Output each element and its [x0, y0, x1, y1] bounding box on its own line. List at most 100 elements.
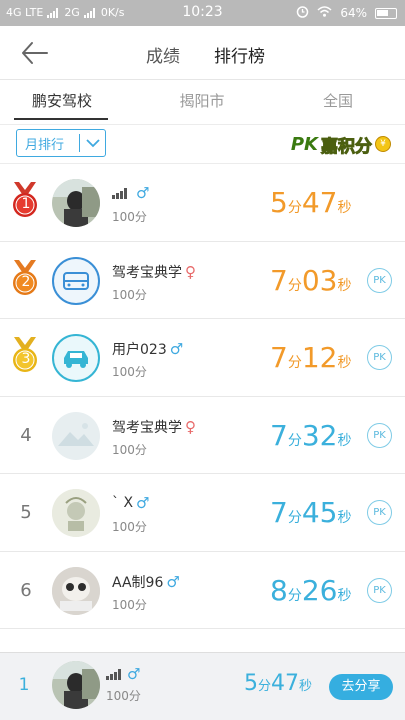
- seconds-unit: 秒: [337, 355, 352, 371]
- avatar: [52, 411, 100, 460]
- name-text: ` X: [112, 495, 134, 511]
- status-bar: 4G LTE 2G 0K/s 10:23 64%: [0, 0, 405, 26]
- pk-logo-suffix: 嘉积分: [321, 136, 373, 157]
- male-icon: ♂: [166, 572, 180, 591]
- period-dropdown-label: 月排行: [25, 137, 65, 153]
- alarm-icon: [296, 5, 309, 21]
- coin-icon: ¥: [375, 136, 391, 152]
- my-avatar: [52, 661, 100, 709]
- rank-number: 3: [21, 351, 31, 367]
- pk-button[interactable]: PK: [367, 345, 392, 370]
- score-label: 100分: [112, 287, 147, 302]
- ranking-row[interactable]: 5 ` X ♂ 100分 7 分 45 秒 PK: [0, 474, 405, 552]
- ranking-row[interactable]: 6 AA制96 ♂ 100分 8 分 26 秒 PK: [0, 552, 405, 629]
- ranking-row[interactable]: 1 ♂ 100分 5 分 47 秒: [0, 164, 405, 242]
- female-icon: ♀: [185, 262, 196, 281]
- my-time: 5 分 47 秒: [244, 671, 312, 696]
- seconds-unit: 秒: [337, 200, 352, 216]
- minutes-unit: 分: [287, 200, 302, 216]
- rank-number: 4: [20, 424, 32, 446]
- name-text: AA制96: [112, 574, 164, 591]
- ranking-row[interactable]: 4 驾考宝典学 ♀ 100分 7 分 32 秒 PK: [0, 397, 405, 474]
- seconds-unit: 秒: [337, 510, 352, 526]
- seconds-unit: 秒: [337, 277, 352, 294]
- avatar: [52, 334, 100, 382]
- seconds-value: 45: [301, 496, 338, 529]
- rank-number: 6: [20, 579, 32, 601]
- rank-number: 5: [20, 502, 32, 523]
- male-icon: ♂: [136, 494, 150, 512]
- minutes-value: 8: [270, 573, 288, 607]
- minutes-unit: 分: [287, 277, 302, 294]
- my-score: 100分: [106, 689, 141, 703]
- user-name: 驾考宝典学 ♀: [112, 262, 196, 282]
- tab-national[interactable]: 全国: [288, 90, 388, 111]
- minutes-value: 5: [270, 186, 288, 219]
- avatar: [52, 256, 100, 305]
- rank-number: 2: [21, 273, 31, 290]
- male-icon: ♂: [136, 184, 150, 202]
- my-rank-number: 1: [18, 675, 30, 695]
- filter-bar: 月排行 PK 嘉积分 ¥: [0, 124, 405, 164]
- seconds-unit: 秒: [337, 432, 352, 449]
- share-button[interactable]: 去分享: [329, 674, 393, 700]
- back-arrow-icon: [22, 42, 48, 64]
- signal-bars-icon: [112, 188, 127, 199]
- back-button[interactable]: [20, 40, 50, 66]
- my-minutes-unit: 分: [258, 679, 272, 694]
- chevron-down-icon: [80, 138, 105, 148]
- female-icon: ♀: [185, 417, 196, 436]
- male-icon: ♂: [169, 340, 184, 358]
- male-icon: ♂: [127, 665, 141, 683]
- wifi-icon: [317, 6, 332, 20]
- my-name: ♂: [106, 665, 140, 683]
- seconds-value: 03: [301, 263, 338, 297]
- ranking-row[interactable]: 2 驾考宝典学 ♀ 100分 7 分 03 秒 PK: [0, 242, 405, 319]
- time-value: 7 分 32 秒: [270, 419, 351, 452]
- active-tab-indicator: [14, 118, 108, 120]
- minutes-unit: 分: [287, 587, 302, 604]
- avatar: [52, 566, 100, 615]
- time-value: 7 分 12 秒: [270, 341, 351, 374]
- time-value: 5 分 47 秒: [270, 186, 351, 219]
- minutes-value: 7: [270, 263, 288, 297]
- rank-number: 1: [21, 196, 31, 212]
- ranking-list: 1 ♂ 100分 5 分 47 秒 2 驾考宝典学 ♀ 100分 7 分 03 …: [0, 164, 405, 629]
- tab-city[interactable]: 揭阳市: [152, 90, 252, 111]
- minutes-unit: 分: [287, 432, 302, 449]
- time-value: 8 分 26 秒: [270, 574, 351, 607]
- tab-scores[interactable]: 成绩: [146, 42, 180, 67]
- score-label: 100分: [112, 520, 147, 534]
- pk-button[interactable]: PK: [367, 422, 392, 448]
- pk-button[interactable]: PK: [367, 267, 392, 293]
- battery-percent: 64%: [340, 6, 367, 20]
- ranking-row[interactable]: 3 用户023 ♂ 100分 7 分 12 秒 PK: [0, 319, 405, 397]
- pk-button[interactable]: PK: [367, 500, 392, 525]
- my-seconds-unit: 秒: [299, 679, 313, 694]
- tab-ranking[interactable]: 排行榜: [214, 42, 265, 67]
- minutes-value: 7: [270, 418, 288, 452]
- seconds-unit: 秒: [337, 587, 352, 604]
- user-name: 驾考宝典学 ♀: [112, 417, 196, 437]
- pk-button[interactable]: PK: [367, 577, 392, 603]
- minutes-value: 7: [270, 496, 288, 529]
- tab-school[interactable]: 鹏安驾校: [12, 90, 112, 111]
- user-name: 用户023 ♂: [112, 339, 183, 359]
- time-value: 7 分 03 秒: [270, 264, 351, 297]
- pk-points-banner[interactable]: PK 嘉积分 ¥: [291, 129, 391, 159]
- score-label: 100分: [112, 442, 147, 457]
- user-name: AA制96 ♂: [112, 572, 180, 592]
- minutes-unit: 分: [287, 355, 302, 371]
- car-icon: [63, 271, 89, 290]
- name-text: 驾考宝典学: [112, 264, 182, 281]
- seconds-value: 47: [301, 186, 338, 219]
- top-nav: 成绩 排行榜: [0, 26, 405, 80]
- my-rank-bar: 1 ♂ 100分 5 分 47 秒 去分享: [0, 652, 405, 720]
- period-dropdown[interactable]: 月排行: [16, 129, 106, 157]
- score-label: 100分: [112, 210, 147, 224]
- battery-icon: [375, 7, 397, 19]
- user-name: ` X ♂: [112, 494, 150, 512]
- scope-tabs: 鹏安驾校 揭阳市 全国: [0, 80, 405, 124]
- avatar: [52, 179, 100, 227]
- signal-bars-icon: [106, 669, 121, 680]
